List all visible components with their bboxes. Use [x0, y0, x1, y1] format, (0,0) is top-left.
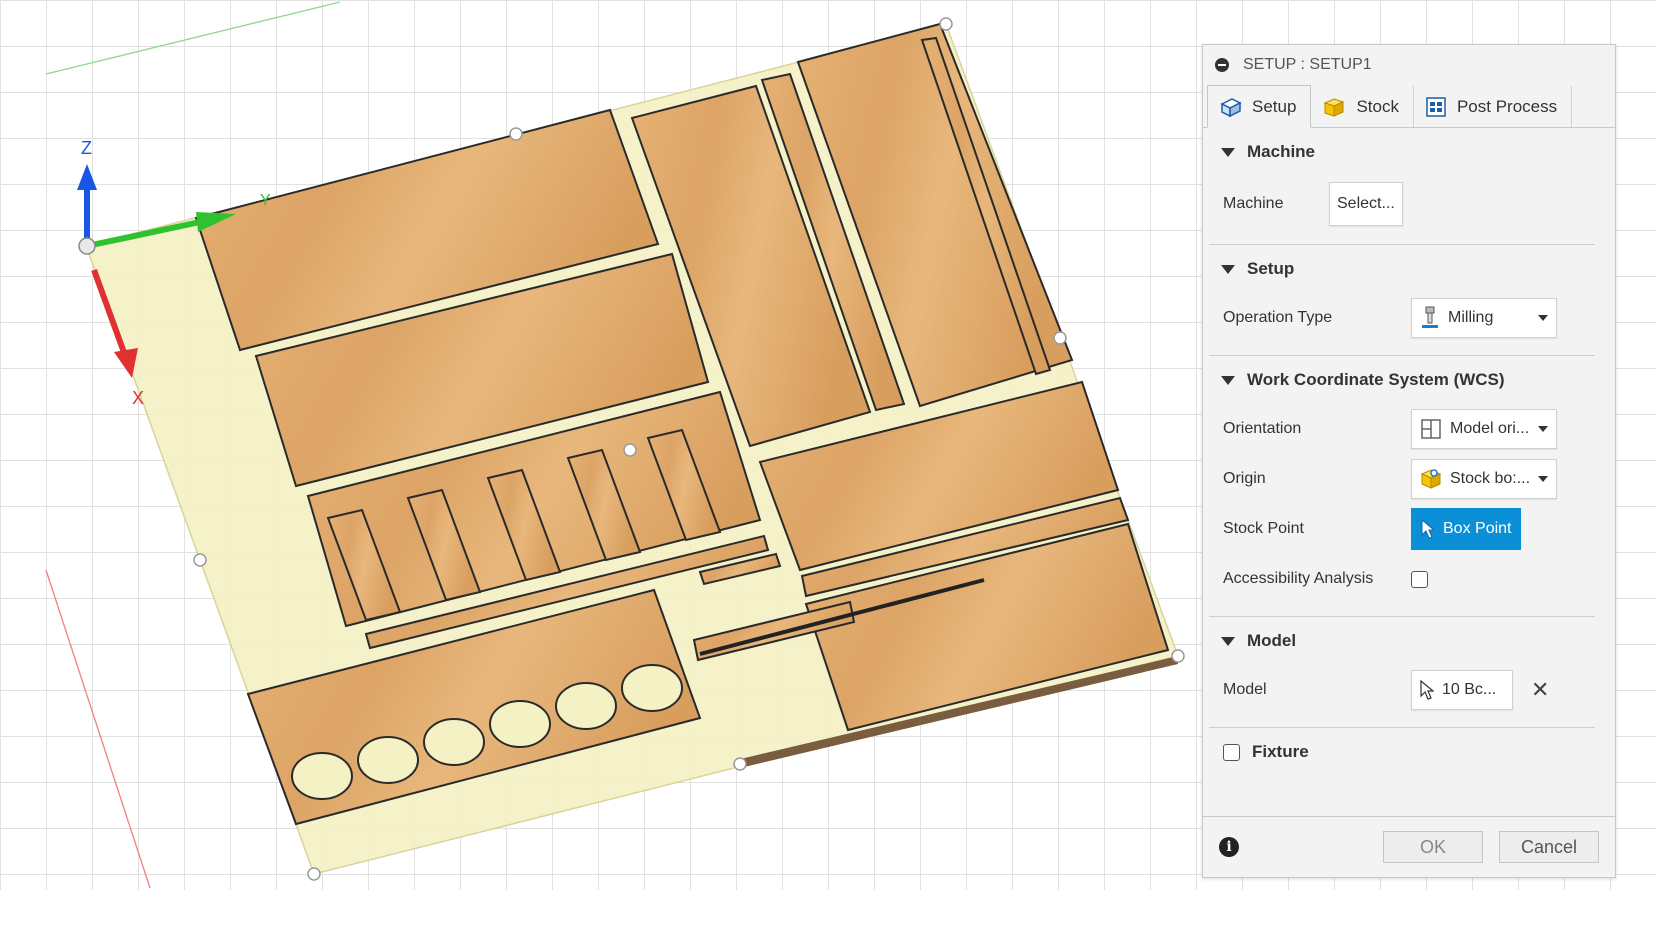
dialog-title: SETUP : SETUP1 [1243, 56, 1372, 73]
origin-value: Stock bo:... [1450, 470, 1531, 487]
model-scene[interactable] [0, 0, 1200, 890]
axis-label-z: Z [81, 138, 92, 158]
cursor-arrow-icon [1421, 519, 1435, 539]
handle-left-mid[interactable] [193, 553, 207, 567]
triad-origin[interactable] [78, 237, 96, 255]
milling-tool-icon [1420, 306, 1440, 330]
ok-button[interactable]: OK [1383, 831, 1483, 863]
handle-center[interactable] [623, 443, 637, 457]
section-setup-title: Setup [1247, 259, 1295, 278]
operation-type-dropdown[interactable]: Milling [1411, 298, 1557, 338]
tab-bar: Setup Stock Post Process [1203, 85, 1615, 128]
chevron-down-icon [1538, 476, 1548, 482]
collapse-triangle-icon [1221, 636, 1235, 646]
operation-type-value: Milling [1448, 309, 1494, 326]
clear-selection-icon[interactable]: ✕ [1531, 677, 1549, 703]
model-selection[interactable]: 10 Bc... [1411, 670, 1513, 710]
hole-4 [489, 700, 551, 748]
axis-label-y: Y [260, 192, 271, 209]
operation-type-label: Operation Type [1223, 309, 1333, 326]
tab-stock[interactable]: Stock [1311, 85, 1414, 127]
info-icon[interactable]: i [1219, 837, 1239, 857]
y-axis-grid-line [45, 1, 341, 75]
cursor-arrow-icon [1420, 680, 1434, 700]
tab-post-process[interactable]: Post Process [1414, 85, 1573, 127]
setup-dialog[interactable]: SETUP : SETUP1 Setup Stock Post Process … [1202, 44, 1616, 878]
orientation-value: Model ori... [1450, 420, 1530, 437]
section-model-header[interactable]: Model [1203, 617, 1615, 665]
handle-bottom-mid[interactable] [733, 757, 747, 771]
section-setup-header[interactable]: Setup [1203, 245, 1615, 293]
stock-point-select-button[interactable]: Box Point [1411, 508, 1522, 550]
fixture-checkbox[interactable] [1223, 743, 1240, 761]
model-label: Model [1223, 681, 1267, 698]
section-machine-title: Machine [1247, 142, 1316, 161]
hole-3 [423, 718, 485, 766]
machine-select-button[interactable]: Select... [1329, 182, 1403, 226]
chevron-down-icon [1538, 315, 1548, 321]
dialog-title-bar[interactable]: SETUP : SETUP1 [1203, 45, 1615, 85]
section-wcs-title: Work Coordinate System (WCS) [1247, 370, 1505, 389]
tab-stock-label: Stock [1356, 96, 1399, 116]
collapse-triangle-icon [1221, 264, 1235, 274]
hole-5 [555, 682, 617, 730]
tab-post-process-label: Post Process [1456, 96, 1558, 116]
fixture-label: Fixture [1252, 742, 1309, 761]
handle-top-right[interactable] [939, 17, 953, 31]
setup-icon [1218, 96, 1242, 118]
cancel-button[interactable]: Cancel [1499, 831, 1599, 863]
accessibility-analysis-checkbox[interactable] [1411, 570, 1428, 588]
handle-bottom-left[interactable] [307, 867, 321, 881]
handle-bottom-right[interactable] [1171, 649, 1185, 663]
axis-label-x: X [132, 388, 145, 408]
hole-6 [621, 664, 683, 712]
section-model-title: Model [1247, 631, 1297, 650]
collapse-triangle-icon [1221, 147, 1235, 157]
accessibility-analysis-label: Accessibility Analysis [1223, 570, 1374, 587]
origin-dropdown[interactable]: Stock bo:... [1411, 459, 1557, 499]
section-wcs-header[interactable]: Work Coordinate System (WCS) [1203, 356, 1615, 404]
x-axis-grid-line [45, 569, 151, 889]
chevron-down-icon [1538, 426, 1548, 432]
collapse-triangle-icon [1221, 375, 1235, 385]
tab-setup-label: Setup [1252, 96, 1297, 116]
post-process-icon [1425, 96, 1447, 118]
collapse-icon[interactable] [1215, 58, 1229, 72]
section-fixture-header[interactable]: Fixture [1203, 728, 1615, 776]
handle-top-mid[interactable] [509, 127, 523, 141]
stock-point-value: Box Point [1443, 520, 1512, 537]
stock-box-point-icon [1420, 468, 1442, 490]
wood-parts[interactable] [194, 22, 1170, 826]
orientation-dropdown[interactable]: Model ori... [1411, 409, 1557, 449]
orientation-icon [1420, 418, 1442, 440]
hole-2 [357, 736, 419, 784]
model-value: 10 Bc... [1442, 681, 1497, 698]
origin-label: Origin [1223, 470, 1266, 487]
dialog-footer: i OK Cancel [1203, 816, 1615, 877]
hole-1 [291, 752, 353, 800]
orientation-label: Orientation [1223, 420, 1302, 437]
handle-right-mid[interactable] [1053, 331, 1067, 345]
stock-cube-icon [1322, 96, 1346, 118]
section-machine-header[interactable]: Machine [1203, 128, 1615, 176]
stock-point-label: Stock Point [1223, 520, 1304, 537]
machine-label: Machine [1223, 195, 1284, 212]
tab-setup[interactable]: Setup [1207, 85, 1312, 128]
z-axis-arrowhead [77, 164, 97, 190]
